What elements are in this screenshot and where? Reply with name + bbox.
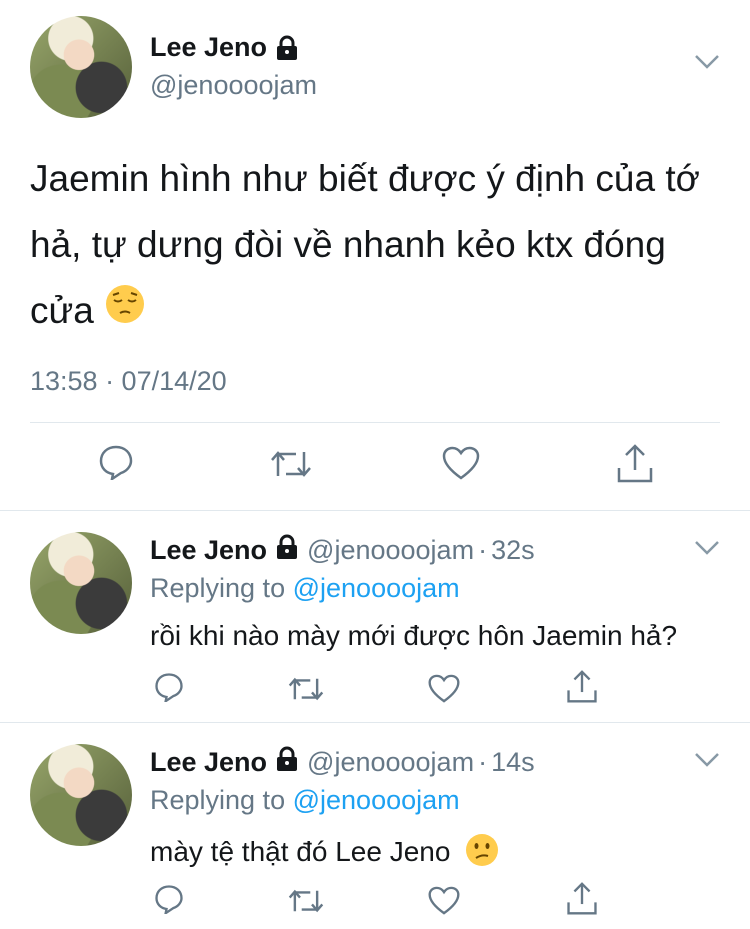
reply-icon[interactable] bbox=[154, 672, 184, 707]
like-icon[interactable] bbox=[428, 674, 460, 708]
pensive-face-icon bbox=[104, 280, 146, 346]
replying-mention[interactable]: @jenoooojam bbox=[293, 573, 460, 603]
like-icon[interactable] bbox=[428, 886, 460, 920]
separator: · bbox=[478, 535, 488, 565]
timestamp[interactable]: 13:58 · 07/14/20 bbox=[30, 366, 227, 397]
tweet-text: Jaemin hình như biết được ý định của tớ … bbox=[30, 146, 720, 346]
replying-mention[interactable]: @jenoooojam bbox=[293, 785, 460, 815]
reply-header: Lee Jeno @jenoooojam · 14s bbox=[150, 746, 535, 779]
display-name[interactable]: Lee Jeno bbox=[150, 747, 267, 778]
share-icon[interactable] bbox=[566, 670, 598, 709]
display-name[interactable]: Lee Jeno bbox=[150, 32, 299, 63]
action-bar bbox=[0, 444, 750, 488]
chevron-down-icon[interactable] bbox=[694, 54, 720, 75]
reply-text: rồi khi nào mày mới được hôn Jaemin hả? bbox=[150, 620, 678, 651]
share-icon[interactable] bbox=[616, 444, 654, 489]
handle[interactable]: @jenoooojam bbox=[307, 747, 474, 778]
divider bbox=[0, 510, 750, 511]
retweet-icon[interactable] bbox=[288, 675, 324, 708]
replying-prefix: Replying to bbox=[150, 573, 286, 603]
display-name-text: Lee Jeno bbox=[150, 32, 268, 62]
share-icon[interactable] bbox=[566, 882, 598, 921]
handle[interactable]: @jenoooojam bbox=[307, 535, 474, 566]
confused-face-icon bbox=[464, 832, 500, 875]
avatar[interactable] bbox=[30, 16, 132, 118]
display-name[interactable]: Lee Jeno bbox=[150, 535, 267, 566]
lock-icon bbox=[275, 534, 299, 567]
lock-icon bbox=[275, 746, 299, 779]
handle[interactable]: @jenoooojam bbox=[150, 70, 317, 101]
reply-time[interactable]: 14s bbox=[491, 747, 535, 778]
avatar[interactable] bbox=[30, 744, 132, 846]
reply-icon[interactable] bbox=[154, 884, 184, 919]
reply-text-body: mày tệ thật đó Lee Jeno bbox=[150, 835, 451, 867]
replying-to: Replying to @jenoooojam bbox=[150, 573, 460, 604]
divider bbox=[0, 722, 750, 723]
retweet-icon[interactable] bbox=[288, 887, 324, 920]
reply-icon[interactable] bbox=[98, 444, 134, 485]
chevron-down-icon[interactable] bbox=[694, 752, 720, 773]
replying-prefix: Replying to bbox=[150, 785, 286, 815]
avatar[interactable] bbox=[30, 532, 132, 634]
reply-time[interactable]: 32s bbox=[491, 535, 535, 566]
reply-header: Lee Jeno @jenoooojam · 32s bbox=[150, 534, 535, 567]
lock-icon bbox=[275, 35, 299, 61]
replying-to: Replying to @jenoooojam bbox=[150, 785, 460, 816]
divider bbox=[30, 422, 720, 423]
chevron-down-icon[interactable] bbox=[694, 540, 720, 561]
retweet-icon[interactable] bbox=[270, 448, 312, 485]
like-icon[interactable] bbox=[442, 446, 480, 485]
separator: · bbox=[478, 747, 488, 777]
reply-text: mày tệ thật đó Lee Jeno bbox=[150, 832, 500, 875]
